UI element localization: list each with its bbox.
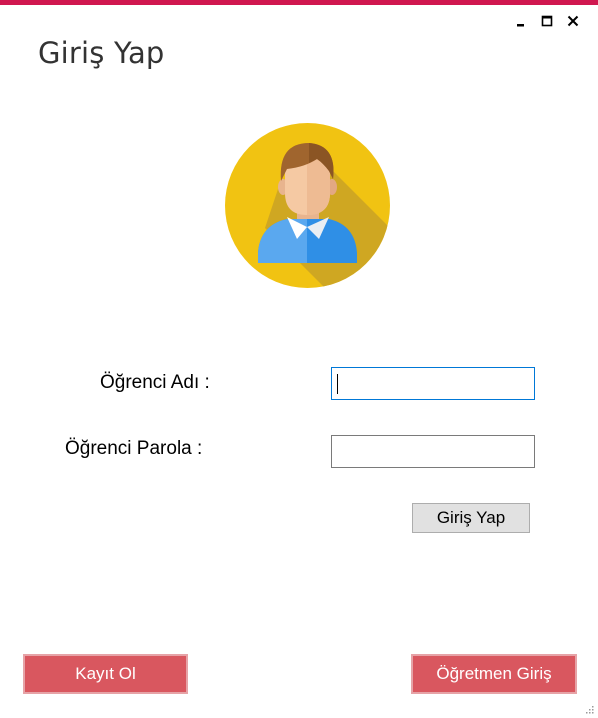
text-caret <box>337 374 338 394</box>
student-avatar-icon <box>225 123 390 288</box>
register-button[interactable]: Kayıt Ol <box>23 654 188 694</box>
close-icon <box>567 15 579 27</box>
maximize-icon <box>541 15 553 27</box>
student-password-label: Öğrenci Parola : <box>65 438 203 459</box>
teacher-login-button[interactable]: Öğretmen Giriş <box>411 654 577 694</box>
minimize-button[interactable] <box>508 10 534 32</box>
page-title: Giriş Yap <box>38 36 165 70</box>
student-name-label: Öğrenci Adı : <box>100 372 210 393</box>
login-button[interactable]: Giriş Yap <box>412 503 530 533</box>
window-controls <box>508 10 586 32</box>
window-accent-bar <box>0 0 598 5</box>
close-button[interactable] <box>560 10 586 32</box>
maximize-button[interactable] <box>534 10 560 32</box>
student-name-input[interactable] <box>331 367 535 400</box>
student-password-input[interactable] <box>331 435 535 468</box>
resize-grip-icon[interactable] <box>585 705 595 715</box>
minimize-icon <box>517 24 524 27</box>
login-window: Giriş Yap Öğrenci Adı : Öğrenci Parola:… <box>0 0 598 718</box>
